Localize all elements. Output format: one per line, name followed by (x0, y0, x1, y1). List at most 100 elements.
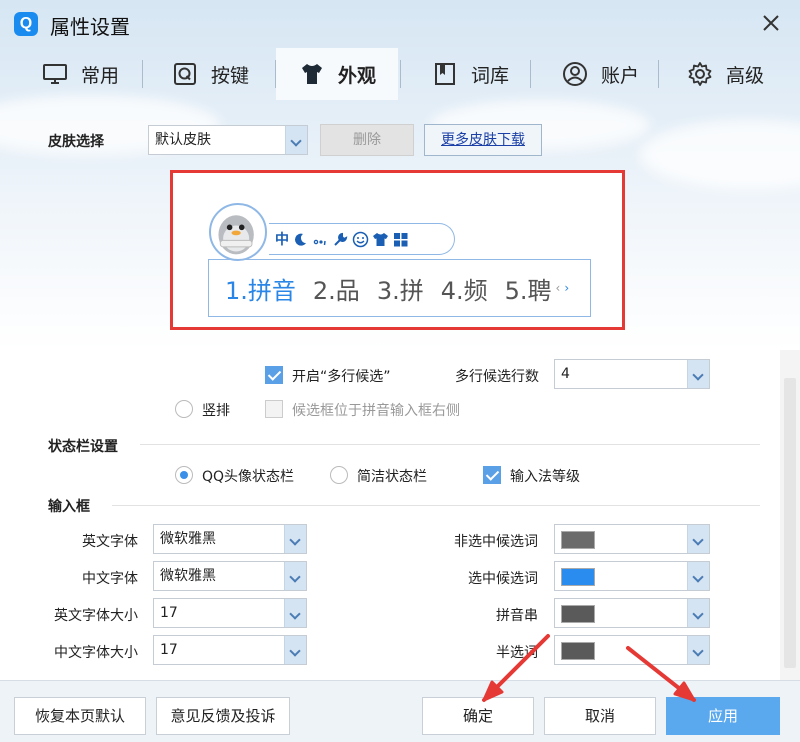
selected-color-select[interactable] (554, 561, 710, 591)
color-label: 非选中候选词 (454, 534, 538, 550)
toolbox-grid-icon[interactable] (392, 231, 409, 248)
chinese-font-size-select[interactable]: 17 (153, 635, 307, 665)
skin-select[interactable]: 默认皮肤 (148, 125, 308, 155)
chevron-down-icon (284, 562, 306, 590)
apply-button[interactable]: 应用 (666, 697, 780, 735)
book-icon (434, 63, 455, 85)
statusbar-section-title: 状态栏设置 (48, 439, 118, 455)
color-swatch (561, 642, 595, 660)
ime-level-checkbox[interactable] (483, 466, 501, 484)
english-font-size-select[interactable]: 17 (153, 598, 307, 628)
half-selected-color-select[interactable] (554, 635, 710, 665)
candidate-bar: 1.拼音 2.品 3.拼 4.频 5.聘 ‹ › (208, 259, 591, 317)
q-key-icon (173, 63, 196, 85)
title-bar: Q 属性设置 (0, 0, 800, 46)
tshirt-icon (301, 64, 322, 84)
tab-divider (142, 60, 143, 88)
select-value: 17 (160, 642, 178, 658)
tab-general[interactable]: 常用 (20, 48, 140, 100)
emoji-icon[interactable] (352, 231, 369, 248)
tab-bar: 常用 按键 外观 词库 账户 高级 (0, 48, 800, 100)
candidate-item: 1.拼音 (225, 276, 296, 305)
skin-tshirt-icon[interactable] (372, 231, 389, 248)
color-swatch (561, 568, 595, 586)
tab-label: 按键 (210, 64, 249, 87)
multiline-label: 开启“多行候选” (292, 369, 391, 385)
moon-icon[interactable] (292, 231, 309, 248)
field-label: 中文字体 (82, 571, 138, 587)
skin-row: 皮肤选择 默认皮肤 删除 更多皮肤下载 (0, 124, 800, 158)
chevron-down-icon (284, 525, 306, 553)
close-icon[interactable] (760, 12, 782, 34)
feedback-button[interactable]: 意见反馈及投诉 (156, 697, 290, 735)
tab-dictionary[interactable]: 词库 (410, 48, 530, 100)
chevron-down-icon (687, 636, 709, 664)
prev-page-icon: ‹ (555, 281, 561, 295)
candidate-item: 2.品 (312, 276, 360, 305)
more-skins-link[interactable]: 更多皮肤下载 (424, 124, 542, 156)
english-font-select[interactable]: 微软雅黑 (153, 524, 307, 554)
select-value: 微软雅黑 (160, 568, 216, 584)
vertical-scrollbar[interactable] (780, 350, 800, 680)
candidate-item: 4.频 (440, 276, 488, 305)
tab-account[interactable]: 账户 (540, 48, 660, 100)
tab-label: 词库 (470, 64, 509, 87)
candidate-item: 5.聘 (504, 276, 552, 305)
right-side-checkbox[interactable] (265, 400, 283, 418)
multiline-checkbox[interactable] (265, 366, 283, 384)
pinyin-color-select[interactable] (554, 598, 710, 628)
monitor-icon (42, 64, 67, 84)
settings-panel: 开启“多行候选” 多行候选行数 4 竖排 候选框位于拼音输入框右侧 状态栏设置 … (0, 350, 800, 680)
multiline-count-label: 多行候选行数 (455, 369, 539, 385)
unselected-color-select[interactable] (554, 524, 710, 554)
tab-label: 账户 (600, 64, 639, 87)
footer-bar: 恢复本页默认 意见反馈及投诉 确定 取消 应用 (0, 680, 800, 742)
tab-appearance[interactable]: 外观 (276, 48, 398, 100)
skin-select-value: 默认皮肤 (155, 132, 211, 148)
chevron-down-icon (285, 126, 307, 154)
field-label: 中文字体大小 (54, 645, 138, 661)
wrench-icon[interactable] (332, 231, 349, 248)
cancel-button[interactable]: 取消 (544, 697, 656, 735)
tab-divider (658, 60, 659, 88)
color-label: 半选词 (496, 645, 538, 661)
color-swatch (561, 605, 595, 623)
divider (140, 444, 760, 445)
chinese-font-select[interactable]: 微软雅黑 (153, 561, 307, 591)
chevron-down-icon (284, 599, 306, 627)
color-label: 选中候选词 (468, 571, 538, 587)
delete-skin-button[interactable]: 删除 (320, 124, 414, 156)
field-label: 英文字体大小 (54, 608, 138, 624)
next-page-icon: › (564, 281, 570, 295)
select-value: 微软雅黑 (160, 531, 216, 547)
skin-label: 皮肤选择 (48, 134, 104, 150)
skin-preview: 中 1.拼音 2.品 3.拼 4.频 5.聘 ‹ › (170, 170, 625, 330)
gear-icon (688, 62, 712, 86)
qq-avatar-icon (209, 203, 267, 261)
vertical-radio[interactable] (175, 400, 193, 418)
user-icon (562, 62, 587, 86)
chinese-mode-label[interactable]: 中 (275, 229, 289, 249)
tab-keys[interactable]: 按键 (150, 48, 270, 100)
multiline-count-select[interactable]: 4 (554, 359, 710, 389)
tab-advanced[interactable]: 高级 (665, 48, 785, 100)
app-logo-icon: Q (14, 12, 38, 36)
chevron-down-icon (284, 636, 306, 664)
chevron-down-icon (687, 599, 709, 627)
color-label: 拼音串 (496, 608, 538, 624)
inputbox-section-title: 输入框 (48, 499, 90, 515)
restore-defaults-button[interactable]: 恢复本页默认 (14, 697, 146, 735)
tab-label: 高级 (725, 64, 764, 87)
scrollbar-thumb[interactable] (784, 378, 796, 668)
qq-statusbar-radio[interactable] (175, 466, 193, 484)
ime-level-label: 输入法等级 (510, 469, 580, 485)
simple-statusbar-label: 简洁状态栏 (357, 469, 427, 485)
tab-label: 常用 (80, 64, 119, 87)
ime-status-bar: 中 (269, 223, 455, 255)
punctuation-icon[interactable] (312, 231, 329, 248)
qq-statusbar-label: QQ头像状态栏 (202, 469, 295, 485)
ok-button[interactable]: 确定 (422, 697, 534, 735)
color-swatch (561, 531, 595, 549)
simple-statusbar-radio[interactable] (330, 466, 348, 484)
vertical-label: 竖排 (202, 403, 230, 419)
